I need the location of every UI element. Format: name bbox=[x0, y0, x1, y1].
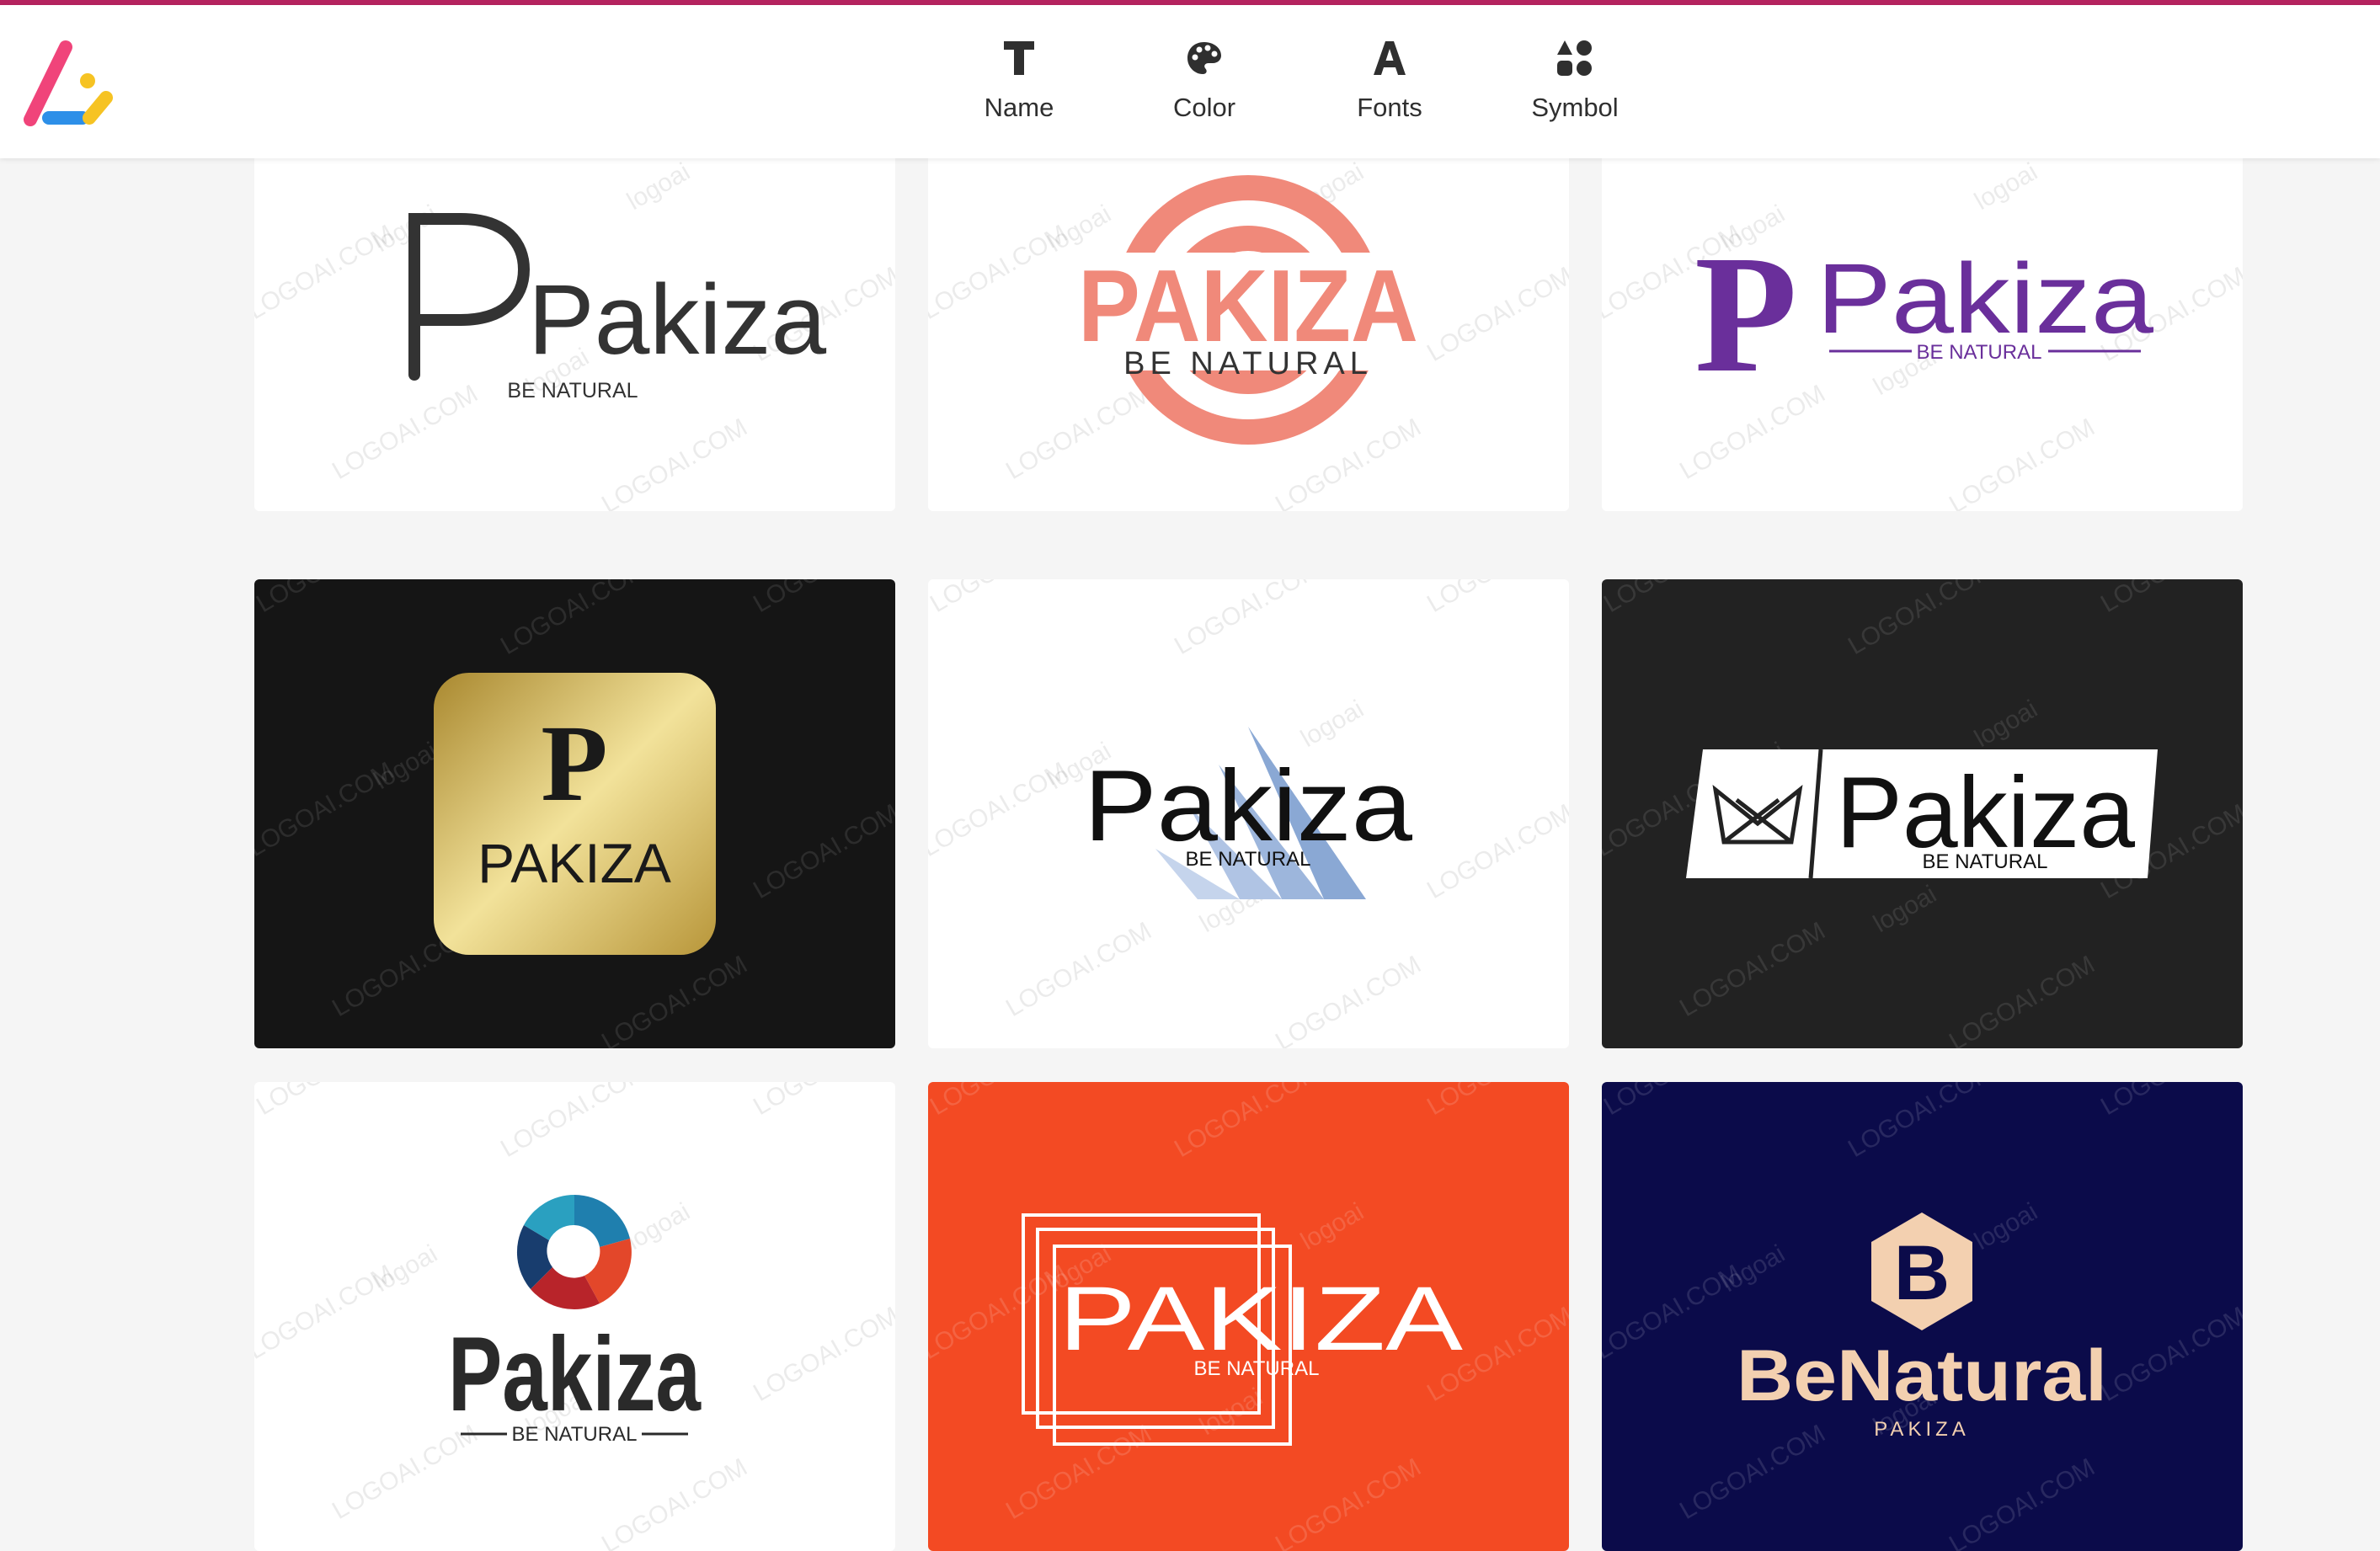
header-bar: Name Color Fonts Symbol bbox=[0, 5, 2380, 158]
logo-card-8[interactable]: LOGOAI.COMLOGOAI.COMLOGOAI.COMlogoailogo… bbox=[928, 1082, 1569, 1551]
tab-fonts[interactable]: Fonts bbox=[1297, 32, 1482, 133]
tab-symbol[interactable]: Symbol bbox=[1482, 32, 1668, 133]
logo-tagline: BE NATURAL bbox=[507, 379, 638, 402]
logo-monogram: B bbox=[1894, 1230, 1950, 1316]
logo-name: Pakiza bbox=[1084, 749, 1412, 862]
tab-color-label: Color bbox=[1172, 93, 1236, 122]
text-t-icon bbox=[1002, 32, 1036, 84]
shapes-icon bbox=[1556, 32, 1593, 84]
logo-tagline: PAKIZA bbox=[1874, 1418, 1970, 1441]
logo-name: Pakiza bbox=[528, 264, 827, 376]
tab-name-label: Name bbox=[984, 93, 1054, 122]
logo-card-4[interactable]: LOGOAI.COMLOGOAI.COMLOGOAI.COMlogoailogo… bbox=[254, 579, 895, 1048]
logo-art: B BeNatural PAKIZA bbox=[1737, 1213, 2107, 1441]
logo-card-9[interactable]: LOGOAI.COMLOGOAI.COMLOGOAI.COMlogoailogo… bbox=[1602, 1082, 2243, 1551]
logo-tagline: BE NATURAL bbox=[512, 1423, 638, 1446]
logo-art: Pakiza BE NATURAL bbox=[1686, 749, 2158, 879]
logo-card-5[interactable]: LOGOAI.COMLOGOAI.COMLOGOAI.COMlogoailogo… bbox=[928, 579, 1569, 1048]
logo-art: PAKIZA BE NATURAL bbox=[1022, 1213, 1463, 1446]
logo-tagline: BE NATURAL bbox=[1194, 1357, 1320, 1380]
logo-name: Pakiza bbox=[448, 1316, 702, 1433]
logo-art: P PAKIZA bbox=[434, 673, 716, 955]
logo-name: PAKIZA bbox=[478, 832, 671, 894]
nav-tabs: Name Color Fonts Symbol bbox=[926, 32, 1668, 133]
logo-tagline: BE NATURAL bbox=[1917, 341, 2042, 364]
logo-tagline: BE NATURAL bbox=[1186, 848, 1311, 871]
tab-fonts-label: Fonts bbox=[1357, 93, 1422, 122]
logoai-app-logo[interactable] bbox=[24, 39, 116, 126]
logo-art: Pakiza BE NATURAL bbox=[448, 1195, 702, 1446]
tab-symbol-label: Symbol bbox=[1531, 93, 1619, 122]
logo-monogram: P bbox=[1694, 221, 1797, 408]
tab-name[interactable]: Name bbox=[926, 32, 1112, 133]
logo-name: PAKIZA bbox=[1059, 1267, 1463, 1369]
logo-name: BeNatural bbox=[1737, 1335, 2107, 1416]
logo-card-7[interactable]: LOGOAI.COMLOGOAI.COMLOGOAI.COMlogoailogo… bbox=[254, 1082, 895, 1551]
font-a-icon bbox=[1373, 32, 1406, 84]
palette-icon bbox=[1186, 32, 1223, 84]
logo-monogram: P bbox=[541, 703, 607, 824]
logo-card-6[interactable]: LOGOAI.COMLOGOAI.COMLOGOAI.COMlogoailogo… bbox=[1602, 579, 2243, 1048]
logo-art: Pakiza BE NATURAL bbox=[1084, 727, 1412, 899]
logo-name: Pakiza bbox=[1817, 243, 2153, 354]
logo-tagline: BE NATURAL bbox=[1123, 346, 1373, 381]
logo-tagline: BE NATURAL bbox=[1923, 850, 2048, 873]
tab-color[interactable]: Color bbox=[1112, 32, 1297, 133]
